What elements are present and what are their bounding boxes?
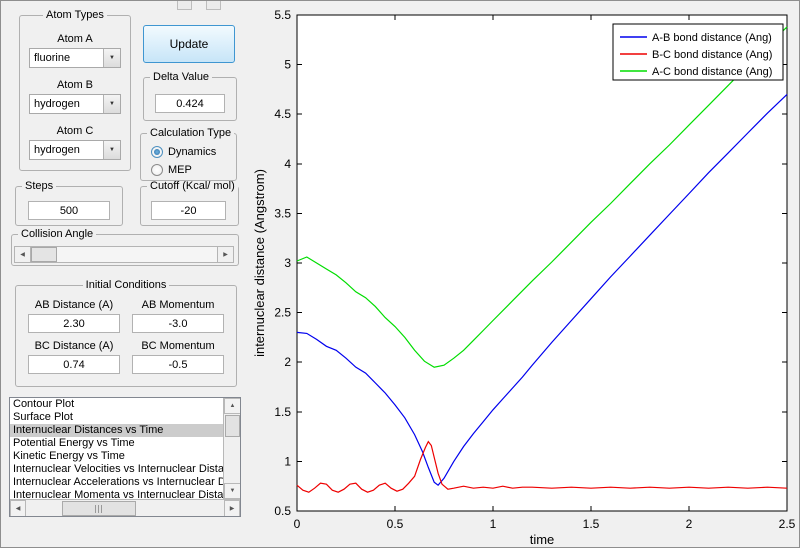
atom-a-value: fluorine bbox=[34, 52, 71, 64]
vscroll-thumb[interactable] bbox=[225, 415, 240, 437]
list-item[interactable]: Kinetic Energy vs Time bbox=[10, 450, 223, 463]
list-item[interactable]: Surface Plot bbox=[10, 411, 223, 424]
listbox-vscrollbar[interactable]: ▲ ▼ bbox=[223, 398, 240, 499]
atom-types-title: Atom Types bbox=[46, 9, 104, 21]
collision-angle-group: Collision Angle ◀ ▶ bbox=[11, 228, 239, 266]
slider-thumb[interactable] bbox=[31, 247, 57, 262]
update-button[interactable]: Update bbox=[143, 25, 235, 63]
radio-mep-label: MEP bbox=[168, 164, 192, 176]
svg-text:1.5: 1.5 bbox=[274, 405, 291, 419]
toolbar-icon[interactable] bbox=[177, 1, 192, 10]
legend-entry: A-B bond distance (Ang) bbox=[652, 32, 772, 44]
svg-text:0: 0 bbox=[294, 517, 301, 531]
scroll-down-icon[interactable]: ▼ bbox=[224, 483, 240, 499]
cutoff-field[interactable] bbox=[151, 201, 226, 220]
svg-text:2: 2 bbox=[284, 355, 291, 369]
svg-text:1: 1 bbox=[490, 517, 497, 531]
svg-text:5.5: 5.5 bbox=[274, 8, 291, 22]
steps-field[interactable] bbox=[28, 201, 110, 220]
scroll-right-icon[interactable]: ▶ bbox=[224, 500, 240, 516]
slider-right-arrow-icon[interactable]: ▶ bbox=[217, 247, 233, 262]
plot-box bbox=[296, 14, 788, 512]
ab-momentum-field[interactable] bbox=[132, 314, 224, 333]
y-axis-label: internuclear distance (Angstrom) bbox=[252, 169, 267, 357]
atom-b-dropdown[interactable]: hydrogen ▼ bbox=[29, 94, 121, 114]
svg-text:1: 1 bbox=[284, 454, 291, 468]
delta-value-title: Delta Value bbox=[153, 71, 210, 83]
legend-entry: B-C bond distance (Ang) bbox=[652, 49, 772, 61]
listbox-items: Contour Plot Surface Plot Internuclear Dis… bbox=[10, 398, 223, 499]
svg-text:2.5: 2.5 bbox=[274, 306, 291, 320]
x-axis-label: time bbox=[530, 532, 555, 547]
delta-value-field[interactable] bbox=[155, 94, 225, 113]
radio-dynamics-label: Dynamics bbox=[168, 146, 217, 158]
radio-mep[interactable]: MEP bbox=[151, 164, 192, 176]
atom-c-dropdown[interactable]: hydrogen ▼ bbox=[29, 140, 121, 160]
slider-left-arrow-icon[interactable]: ◀ bbox=[15, 247, 31, 262]
atom-a-dropdown[interactable]: fluorine ▼ bbox=[29, 48, 121, 68]
list-item[interactable]: Contour Plot bbox=[10, 398, 223, 411]
atom-c-label: Atom C bbox=[56, 125, 94, 137]
svg-text:4: 4 bbox=[284, 157, 291, 171]
legend[interactable]: A-B bond distance (Ang) B-C bond distance… bbox=[612, 23, 784, 81]
cutoff-group: Cutoff (Kcal/ mol) bbox=[140, 180, 239, 226]
radio-dynamics[interactable]: Dynamics bbox=[151, 146, 216, 158]
bc-momentum-label: BC Momentum bbox=[141, 340, 215, 352]
radio-button-icon[interactable] bbox=[151, 146, 163, 158]
listbox-hscrollbar[interactable]: ◀ ▶ bbox=[10, 499, 240, 516]
svg-text:1.5: 1.5 bbox=[583, 517, 600, 531]
toolbar-icon[interactable] bbox=[206, 1, 221, 10]
delta-value-group: Delta Value bbox=[143, 71, 237, 121]
svg-text:3.5: 3.5 bbox=[274, 206, 291, 220]
svg-text:0.5: 0.5 bbox=[274, 504, 291, 518]
calculation-type-group: Calculation Type Dynamics MEP bbox=[140, 127, 237, 181]
atom-a-label: Atom A bbox=[57, 33, 93, 45]
svg-text:5: 5 bbox=[284, 58, 291, 72]
svg-text:2: 2 bbox=[686, 517, 693, 531]
radio-button-icon[interactable] bbox=[151, 164, 163, 176]
list-item[interactable]: Potential Energy vs Time bbox=[10, 437, 223, 450]
svg-text:4.5: 4.5 bbox=[274, 107, 291, 121]
bc-momentum-field[interactable] bbox=[132, 355, 224, 374]
list-item[interactable]: Internuclear Momenta vs Internuclear Dis… bbox=[10, 489, 223, 499]
ab-distance-field[interactable] bbox=[28, 314, 120, 333]
steps-title: Steps bbox=[25, 180, 54, 192]
svg-text:2.5: 2.5 bbox=[779, 517, 796, 531]
steps-group: Steps bbox=[15, 180, 123, 226]
ab-momentum-label: AB Momentum bbox=[141, 299, 215, 311]
calculation-type-title: Calculation Type bbox=[150, 127, 232, 139]
atom-c-value: hydrogen bbox=[34, 144, 80, 156]
bc-distance-label: BC Distance (A) bbox=[34, 340, 114, 352]
list-item[interactable]: Internuclear Velocities vs Internuclear … bbox=[10, 463, 223, 476]
chevron-down-icon[interactable]: ▼ bbox=[103, 95, 120, 113]
legend-entry: A-C bond distance (Ang) bbox=[652, 66, 772, 78]
atom-b-value: hydrogen bbox=[34, 98, 80, 110]
hscroll-thumb[interactable] bbox=[62, 501, 136, 516]
plot-canvas: 0 0.5 1 1.5 2 2.50.511.522.533.544.555.5timei… bbox=[252, 8, 796, 547]
collision-angle-title: Collision Angle bbox=[21, 228, 94, 240]
atom-types-group: Atom Types Atom A fluorine ▼ Atom B hydr… bbox=[19, 9, 131, 171]
initial-conditions-group: Initial Conditions AB Distance (A) AB Mo… bbox=[15, 279, 237, 387]
toolbar-fragment bbox=[177, 1, 221, 10]
cutoff-title: Cutoff (Kcal/ mol) bbox=[150, 180, 235, 192]
chart-area: 0 0.5 1 1.5 2 2.5 0.5 1 1.5 2 2.5 3 3.5 4 4.5 5 5.5 time i… bbox=[251, 1, 799, 547]
application-window: Atom Types Atom A fluorine ▼ Atom B hydr… bbox=[0, 0, 800, 548]
svg-text:3: 3 bbox=[284, 256, 291, 270]
bc-distance-field[interactable] bbox=[28, 355, 120, 374]
collision-angle-slider[interactable]: ◀ ▶ bbox=[14, 246, 234, 263]
plot-type-listbox[interactable]: Contour Plot Surface Plot Internuclear Dis… bbox=[9, 397, 241, 517]
ab-distance-label: AB Distance (A) bbox=[34, 299, 114, 311]
scroll-left-icon[interactable]: ◀ bbox=[10, 500, 26, 516]
list-item[interactable]: Internuclear Distances vs Time bbox=[10, 424, 223, 437]
scroll-up-icon[interactable]: ▲ bbox=[224, 398, 240, 414]
atom-b-label: Atom B bbox=[56, 79, 94, 91]
scrollbar-grip bbox=[94, 504, 104, 513]
initial-conditions-title: Initial Conditions bbox=[85, 279, 167, 291]
list-item[interactable]: Internuclear Accelerations vs Internucle… bbox=[10, 476, 223, 489]
chevron-down-icon[interactable]: ▼ bbox=[103, 141, 120, 159]
chevron-down-icon[interactable]: ▼ bbox=[103, 49, 120, 67]
svg-text:0.5: 0.5 bbox=[387, 517, 404, 531]
